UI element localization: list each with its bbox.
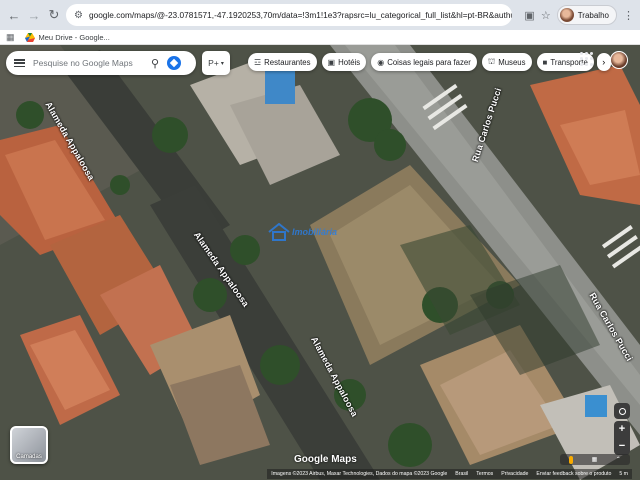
layers-label: Camadas: [16, 454, 42, 460]
feedback-link[interactable]: Enviar feedback sobre o produto: [536, 471, 611, 477]
layers-button[interactable]: Camadas: [10, 426, 48, 464]
chip-label: Restaurantes: [264, 57, 311, 67]
map-footer: Imagens ©2023 Airbus, Maxar Technologies…: [0, 467, 640, 480]
search-icon[interactable]: ⚲: [151, 57, 159, 70]
bookmark-item[interactable]: Meu Drive - Google...: [24, 32, 110, 42]
apps-grid-icon[interactable]: ▦: [6, 32, 15, 43]
parking-toggle-button[interactable]: P+ ▾: [202, 51, 230, 75]
camera-icon: ◉: [377, 57, 385, 67]
url-text: google.com/maps/@-23.0781571,-47.1920253…: [88, 10, 512, 20]
museum-icon: ⛫: [487, 57, 496, 66]
toolbar-actions: ▣ ☆ Trabalho ⋮: [524, 5, 634, 25]
chip-hotels[interactable]: ▣ Hotéis: [321, 53, 367, 71]
grid-icon[interactable]: ▦: [592, 456, 598, 463]
parking-label: P+: [208, 58, 219, 68]
directions-icon[interactable]: [167, 56, 182, 70]
chips-next-button[interactable]: ›: [596, 53, 611, 71]
watermark-logo: Imobiliária: [268, 223, 337, 241]
browser-menu-icon[interactable]: ⋮: [623, 9, 634, 22]
chip-label: Museus: [498, 57, 526, 67]
chip-museums[interactable]: ⛫ Museus: [481, 53, 532, 71]
profile-button[interactable]: Trabalho: [556, 5, 617, 25]
watermark-text: Imobiliária: [292, 227, 338, 237]
profile-avatar: [559, 8, 574, 22]
reload-icon[interactable]: ↻: [46, 6, 62, 24]
chip-label: Hotéis: [338, 57, 361, 67]
search-input[interactable]: [33, 58, 143, 68]
expand-icon[interactable]: ⌃: [616, 456, 621, 463]
install-app-icon[interactable]: ▣: [524, 9, 534, 22]
menu-icon[interactable]: [14, 59, 25, 67]
street-view-controls[interactable]: ▦ ⌃: [560, 454, 630, 465]
chevron-right-icon: ›: [602, 57, 606, 67]
zoom-out-button[interactable]: −: [619, 441, 625, 452]
my-location-button[interactable]: [614, 403, 630, 419]
attribution-text: Imagens ©2023 Airbus, Maxar Technologies…: [271, 470, 448, 477]
satellite-imagery: [0, 45, 640, 480]
address-bar[interactable]: ⚙ google.com/maps/@-23.0781571,-47.19202…: [66, 4, 513, 26]
terms-link[interactable]: Termos: [476, 471, 493, 477]
bookmarks-bar: ▦ Meu Drive - Google...: [0, 30, 640, 45]
chip-things-to-do[interactable]: ◉ Coisas legais para fazer: [371, 53, 477, 71]
zoom-in-button[interactable]: +: [619, 424, 625, 435]
google-maps-logo: Google Maps: [294, 454, 357, 465]
chevron-down-icon: ▾: [220, 60, 224, 67]
account-avatar[interactable]: [610, 51, 628, 69]
zoom-controls: + −: [614, 421, 630, 455]
site-info-icon[interactable]: ⚙: [74, 10, 83, 21]
scale-label[interactable]: 5 m: [619, 471, 628, 477]
profile-label: Trabalho: [577, 10, 609, 20]
chip-restaurants[interactable]: ☲ Restaurantes: [248, 53, 317, 71]
browser-window: ← → ↻ ⚙ google.com/maps/@-23.0781571,-47…: [0, 0, 640, 480]
pegman-icon[interactable]: [569, 455, 574, 464]
google-drive-icon: [24, 32, 35, 42]
satellite-map[interactable]: ⚲ P+ ▾ ☲ Restaurantes ▣ Hotéis ◉ Coisas …: [0, 45, 640, 480]
bed-icon: ▣: [327, 57, 336, 67]
search-box: ⚲: [6, 51, 196, 75]
browser-toolbar: ← → ↻ ⚙ google.com/maps/@-23.0781571,-47…: [0, 0, 640, 30]
house-icon: [268, 223, 290, 241]
privacy-link[interactable]: Privacidade: [501, 471, 528, 477]
location-target-icon: [618, 407, 626, 415]
back-icon[interactable]: ←: [6, 6, 22, 24]
bookmark-label: Meu Drive - Google...: [38, 32, 110, 42]
bookmark-star-icon[interactable]: ☆: [541, 9, 551, 22]
fork-knife-icon: ☲: [254, 57, 262, 67]
google-apps-icon[interactable]: [580, 52, 594, 66]
bus-icon: ■: [542, 57, 548, 67]
chip-label: Coisas legais para fazer: [387, 57, 471, 67]
forward-icon[interactable]: →: [26, 6, 42, 24]
region-link[interactable]: Brasil: [455, 471, 468, 477]
category-chips: ☲ Restaurantes ▣ Hotéis ◉ Coisas legais …: [248, 53, 611, 71]
